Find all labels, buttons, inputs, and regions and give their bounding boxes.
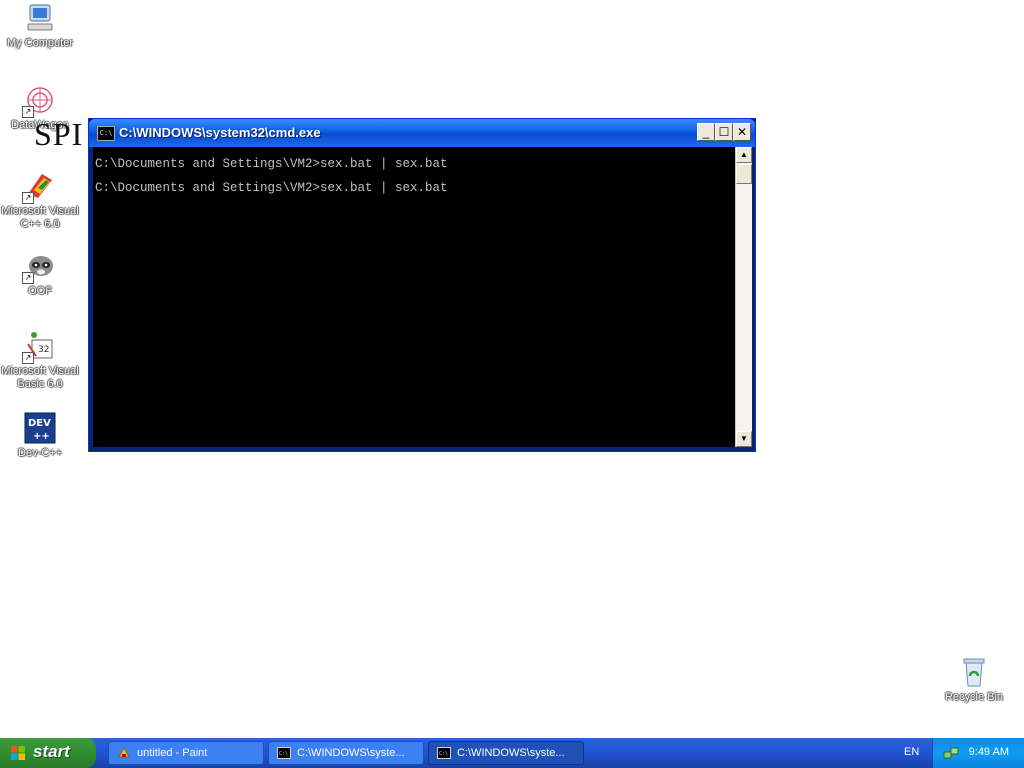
console-line: C:\Documents and Settings\VM2>sex.bat | … — [95, 157, 448, 171]
language-indicator[interactable]: EN — [904, 746, 919, 758]
desktop-icon-label: Microsoft Visual C++ 6.0 — [1, 205, 79, 230]
windows-logo-icon — [11, 746, 25, 760]
desktop-icon-label: Recycle Bin — [944, 691, 1004, 703]
svg-text:DEV: DEV — [28, 418, 51, 429]
desktop-icon-dev-cpp[interactable]: DEV ++ Dev-C++ — [0, 412, 80, 460]
svg-text:C:\: C:\ — [279, 751, 288, 757]
shortcut-arrow-icon: ↗ — [22, 272, 34, 284]
maximize-button[interactable]: ☐ — [715, 123, 733, 141]
start-button[interactable]: start — [0, 738, 96, 768]
taskbar-item-paint[interactable]: untitled - Paint — [108, 741, 264, 765]
cmd-window[interactable]: C:\ C:\WINDOWS\system32\cmd.exe _ ☐ ✕ C:… — [88, 118, 756, 452]
taskbar-item-cmd-1[interactable]: C:\ C:\WINDOWS\syste... — [268, 741, 424, 765]
dev-cpp-icon: DEV ++ — [24, 412, 56, 444]
desktop-icon-visual-basic[interactable]: 32 ↗ Microsoft Visual Basic 6.0 — [0, 330, 80, 391]
window-title: C:\WINDOWS\system32\cmd.exe — [119, 125, 321, 140]
task-label: C:\WINDOWS\syste... — [457, 747, 565, 759]
desktop-icon-visual-cpp[interactable]: ↗ Microsoft Visual C++ 6.0 — [0, 170, 80, 231]
svg-text:C:\: C:\ — [439, 751, 448, 757]
network-icon[interactable] — [943, 746, 959, 760]
desktop-icon-label: Microsoft Visual Basic 6.0 — [1, 365, 79, 390]
desktop-icon-label: OOF — [28, 285, 52, 297]
raccoon-icon: ↗ — [22, 250, 56, 284]
overlay-text: SPI — [34, 116, 84, 152]
desktop-icon-oof[interactable]: ↗ OOF — [0, 250, 80, 298]
start-label: start — [33, 742, 70, 761]
shortcut-arrow-icon: ↗ — [22, 192, 34, 204]
close-button[interactable]: ✕ — [733, 123, 751, 141]
shortcut-arrow-icon: ↗ — [22, 352, 34, 364]
desktop-icon-label: My Computer — [6, 37, 74, 49]
svg-text:32: 32 — [38, 345, 49, 355]
console-line: C:\Documents and Settings\VM2>sex.bat | … — [95, 181, 448, 195]
paint-icon — [118, 747, 130, 758]
system-tray: 9:49 AM — [932, 738, 1024, 768]
clock[interactable]: 9:49 AM — [969, 746, 1009, 758]
shortcut-arrow-icon: ↗ — [22, 106, 34, 118]
task-label: untitled - Paint — [137, 747, 208, 759]
scroll-down-arrow-icon[interactable]: ▼ — [736, 431, 752, 447]
console-output[interactable]: C:\Documents and Settings\VM2>sex.bat | … — [93, 147, 735, 447]
scroll-thumb[interactable] — [736, 164, 752, 184]
taskbar-item-cmd-2[interactable]: C:\ C:\WINDOWS\syste... — [428, 741, 584, 765]
task-label: C:\WINDOWS\syste... — [297, 747, 405, 759]
taskbar: start untitled - Paint C:\ C:\WINDOWS\sy… — [0, 738, 1024, 768]
recycle-bin-icon — [958, 656, 990, 688]
console-icon: C:\ — [277, 747, 291, 759]
desktop-icon-my-computer[interactable]: My Computer — [0, 2, 80, 50]
console-icon: C:\ — [97, 126, 115, 141]
datawagon-icon: ↗ — [22, 84, 56, 118]
vertical-scrollbar[interactable]: ▲ ▼ — [735, 147, 752, 447]
svg-text:++: ++ — [33, 431, 50, 442]
title-bar[interactable]: C:\ C:\WINDOWS\system32\cmd.exe _ ☐ ✕ — [89, 119, 755, 147]
minimize-button[interactable]: _ — [697, 123, 715, 141]
console-icon: C:\ — [437, 747, 451, 759]
desktop-icon-recycle-bin[interactable]: Recycle Bin — [934, 656, 1014, 704]
my-computer-icon — [24, 2, 56, 34]
visual-basic-icon: 32 ↗ — [22, 330, 56, 364]
desktop-icon-label: Dev-C++ — [17, 447, 63, 459]
visual-cpp-icon: ↗ — [22, 170, 56, 204]
scroll-up-arrow-icon[interactable]: ▲ — [736, 147, 752, 163]
